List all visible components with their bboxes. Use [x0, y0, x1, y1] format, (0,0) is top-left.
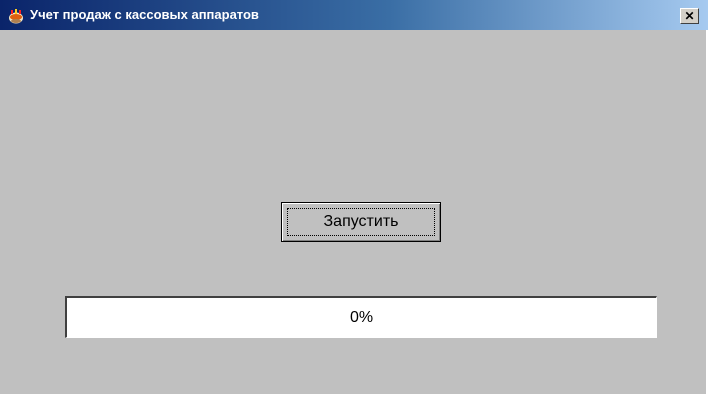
- close-button[interactable]: ✕: [680, 8, 699, 24]
- close-icon: ✕: [684, 9, 695, 23]
- progress-bar: 0%: [65, 296, 657, 338]
- main-window: Учет продаж с кассовых аппаратов ✕ Запус…: [0, 0, 708, 394]
- run-button[interactable]: Запустить: [281, 202, 441, 242]
- run-button-label: Запустить: [323, 213, 399, 230]
- window-title: Учет продаж с кассовых аппаратов: [30, 7, 259, 22]
- app-icon: [9, 9, 23, 24]
- title-bar[interactable]: Учет продаж с кассовых аппаратов ✕: [0, 0, 708, 30]
- progress-label: 0%: [349, 308, 374, 326]
